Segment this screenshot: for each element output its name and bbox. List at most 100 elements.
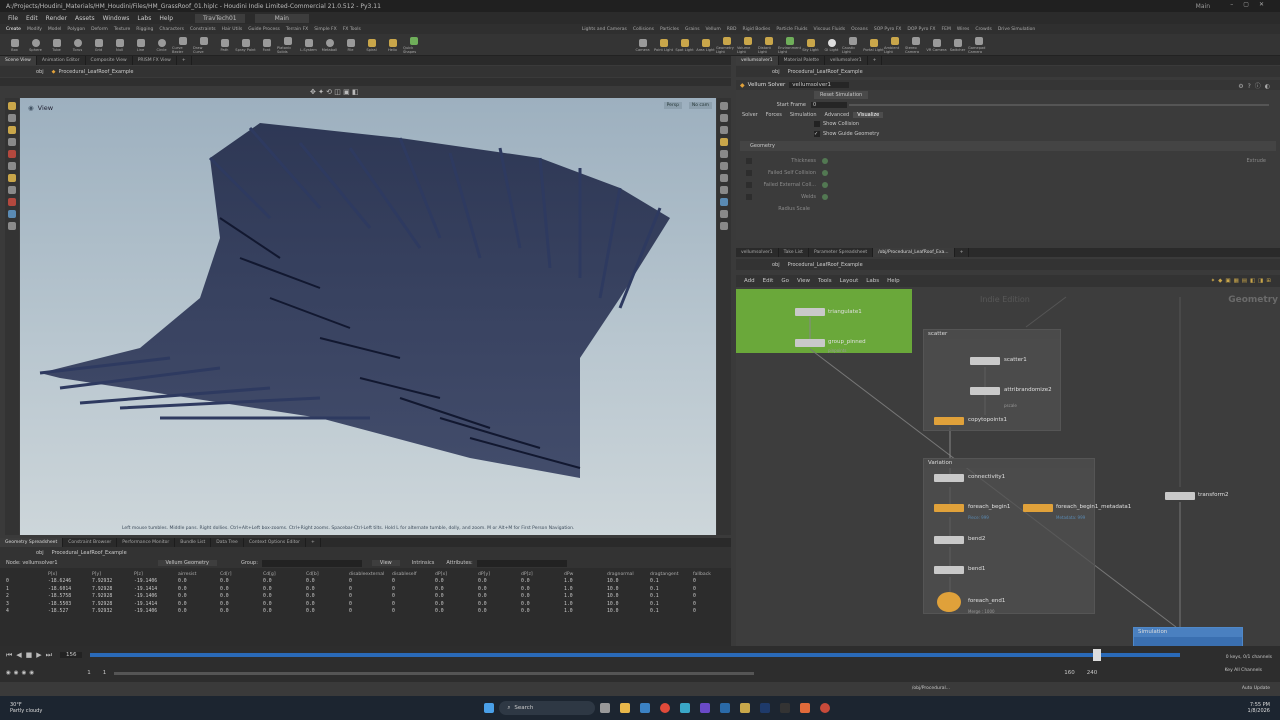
path-obj[interactable]: obj: [36, 69, 44, 75]
app-icon[interactable]: [820, 703, 831, 713]
shelf-tab[interactable]: Particle Fluids: [776, 27, 807, 32]
table-row[interactable]: 3 -18.5503 7.92928 -19.1414 0.0 0.0 0.0 0.0 0 0 0.…: [6, 601, 731, 609]
menu-help[interactable]: Help: [159, 15, 173, 22]
table-row[interactable]: 1 -18.6014 7.92928 -19.1414 0.0 0.0 0.0 0.0 0 0 0.…: [6, 586, 731, 594]
normals-icon[interactable]: [720, 186, 728, 194]
point-light-tool[interactable]: Point Light: [653, 37, 674, 52]
menu-edit[interactable]: Edit: [26, 15, 38, 22]
area-light-tool[interactable]: Area Light: [695, 37, 716, 52]
frame-cursor[interactable]: [1093, 649, 1102, 661]
volume-light-tool[interactable]: Volume Light: [737, 35, 758, 54]
gamepad-camera-tool[interactable]: Gamepad Camera: [968, 35, 989, 54]
shelf-tab[interactable]: Guide Process: [248, 27, 280, 32]
helix-tool[interactable]: Helix: [382, 37, 403, 52]
extrude-button[interactable]: Extrude: [1246, 158, 1266, 164]
environment-light-tool[interactable]: Environment Light: [778, 35, 801, 54]
sheet-path-obj[interactable]: obj: [36, 550, 44, 556]
spray-paint-tool[interactable]: Spray Paint: [235, 37, 256, 52]
shelf-tab[interactable]: Terrain FX: [286, 27, 308, 32]
tab-scene-view[interactable]: Scene View: [0, 56, 37, 65]
bend1-node[interactable]: [934, 566, 964, 574]
path-tool[interactable]: Path: [214, 37, 235, 52]
geometry-light-tool[interactable]: Geometry Light: [716, 35, 737, 54]
points-icon[interactable]: [720, 198, 728, 206]
tube-tool[interactable]: Tube: [46, 37, 67, 52]
handle-tool-icon[interactable]: [8, 150, 16, 158]
camera-tool-icon[interactable]: [8, 222, 16, 230]
range-slider[interactable]: [114, 671, 755, 675]
desktop-selector[interactable]: TravTech01: [195, 13, 245, 23]
sheet-attributes-input[interactable]: [476, 559, 567, 567]
select-tool-icon[interactable]: [8, 102, 16, 110]
network-editor[interactable]: Indie Edition Geometry triangulate1 grou…: [736, 287, 1280, 646]
file-tool[interactable]: File: [340, 37, 361, 52]
sheet-path-node[interactable]: Procedural_LeafRoof_Example: [52, 550, 127, 556]
table-row[interactable]: 4 -18.527 7.92932 -19.1406 0.0 0.0 0.0 0.0 0 0 0.0…: [6, 608, 731, 616]
shelf-tab[interactable]: DOP Pyro FX: [907, 27, 935, 32]
platonic-tool[interactable]: Platonic Solids: [277, 35, 298, 54]
grid-tool[interactable]: Grid: [88, 37, 109, 52]
shelf-tab[interactable]: Hair Utils: [222, 27, 243, 32]
key-all-button[interactable]: Key All Channels: [1225, 668, 1262, 673]
net-menu-add[interactable]: Add: [744, 278, 755, 284]
net-menu-view[interactable]: View: [797, 278, 810, 284]
rotate-tool-icon[interactable]: [8, 126, 16, 134]
move-tool-icon[interactable]: [8, 114, 16, 122]
spot-light-tool[interactable]: Spot Light: [674, 37, 695, 52]
sheet-mode-menu[interactable]: Vellum Geometry: [157, 560, 217, 566]
reset-simulation-button[interactable]: Reset Simulation: [814, 91, 869, 99]
table-row[interactable]: 2 -18.5758 7.92928 -19.1406 0.0 0.0 0.0 0.0 0 0 0.…: [6, 593, 731, 601]
tab-composite-view[interactable]: Composite View: [86, 56, 133, 65]
range-start[interactable]: 1: [103, 670, 107, 676]
metaball-tool[interactable]: Metaball: [319, 37, 340, 52]
background-icon[interactable]: [720, 222, 728, 230]
null-tool[interactable]: Null: [109, 37, 130, 52]
foreach-begin-node[interactable]: [934, 504, 964, 512]
circle-tool[interactable]: Circle: [151, 37, 172, 52]
net-path-obj[interactable]: obj: [772, 262, 780, 268]
net-path-node[interactable]: Procedural_LeafRoof_Example: [788, 262, 863, 268]
shelf-tab[interactable]: Characters: [159, 27, 184, 32]
tab-animation-editor[interactable]: Animation Editor: [37, 56, 86, 65]
stereo-camera-tool[interactable]: Stereo Camera: [905, 35, 926, 54]
shelf-tab[interactable]: Vellum: [706, 27, 721, 32]
net-menu-labs[interactable]: Labs: [866, 278, 879, 284]
font-tool[interactable]: Font: [256, 37, 277, 52]
shelf-tab[interactable]: Polygon: [67, 27, 85, 32]
menu-assets[interactable]: Assets: [75, 15, 95, 22]
app-icon[interactable]: [780, 703, 791, 713]
system-clock[interactable]: 7:55 PM 1/8/2026: [1248, 702, 1270, 714]
sky-light-tool[interactable]: Sky Light: [800, 37, 821, 52]
3d-viewport[interactable]: ◉ View Persp No cam Left mouse tumbles. …: [20, 98, 716, 535]
vr-camera-tool[interactable]: VR Camera: [926, 37, 947, 52]
simulation-box[interactable]: Simulation: [1133, 627, 1243, 646]
shelf-tab[interactable]: Lights and Cameras: [582, 27, 627, 32]
subtab-advanced[interactable]: Advanced: [821, 112, 854, 118]
taskbar-search[interactable]: ⌕ Search: [499, 701, 596, 715]
app-icon[interactable]: [700, 703, 711, 713]
add-sheet-tab-button[interactable]: +: [306, 538, 321, 547]
show-guide-checkbox[interactable]: ✓: [814, 131, 820, 137]
display-option-icon[interactable]: [720, 102, 728, 110]
group-pinned-node[interactable]: [795, 339, 825, 347]
handle-tools-icon[interactable]: ✥ ✦ ⟲ ◫ ▣ ◧: [310, 88, 359, 96]
shelf-tab[interactable]: FX Tools: [343, 27, 361, 32]
mail-icon[interactable]: [640, 703, 651, 713]
shelf-tab[interactable]: Create: [6, 27, 21, 32]
pose-tool-icon[interactable]: [8, 162, 16, 170]
shelf-tab[interactable]: Wires: [957, 27, 969, 32]
subtab-forces[interactable]: Forces: [762, 112, 786, 118]
shelf-tab[interactable]: RBD: [727, 27, 737, 32]
shading-icon[interactable]: [720, 126, 728, 134]
subtab-solver[interactable]: Solver: [738, 112, 762, 118]
camera-tool[interactable]: Camera: [632, 37, 653, 52]
subtab-simulation[interactable]: Simulation: [786, 112, 821, 118]
start-frame-slider[interactable]: [849, 104, 1269, 106]
net-menu-help[interactable]: Help: [887, 278, 900, 284]
start-frame[interactable]: 1: [87, 670, 91, 676]
line-tool[interactable]: Line: [130, 37, 151, 52]
tab-take-list[interactable]: Take List: [779, 248, 809, 257]
auto-update-button[interactable]: Auto Update: [1237, 686, 1274, 691]
transform-node[interactable]: [1165, 492, 1195, 500]
sheet-view-menu[interactable]: View: [371, 560, 400, 566]
